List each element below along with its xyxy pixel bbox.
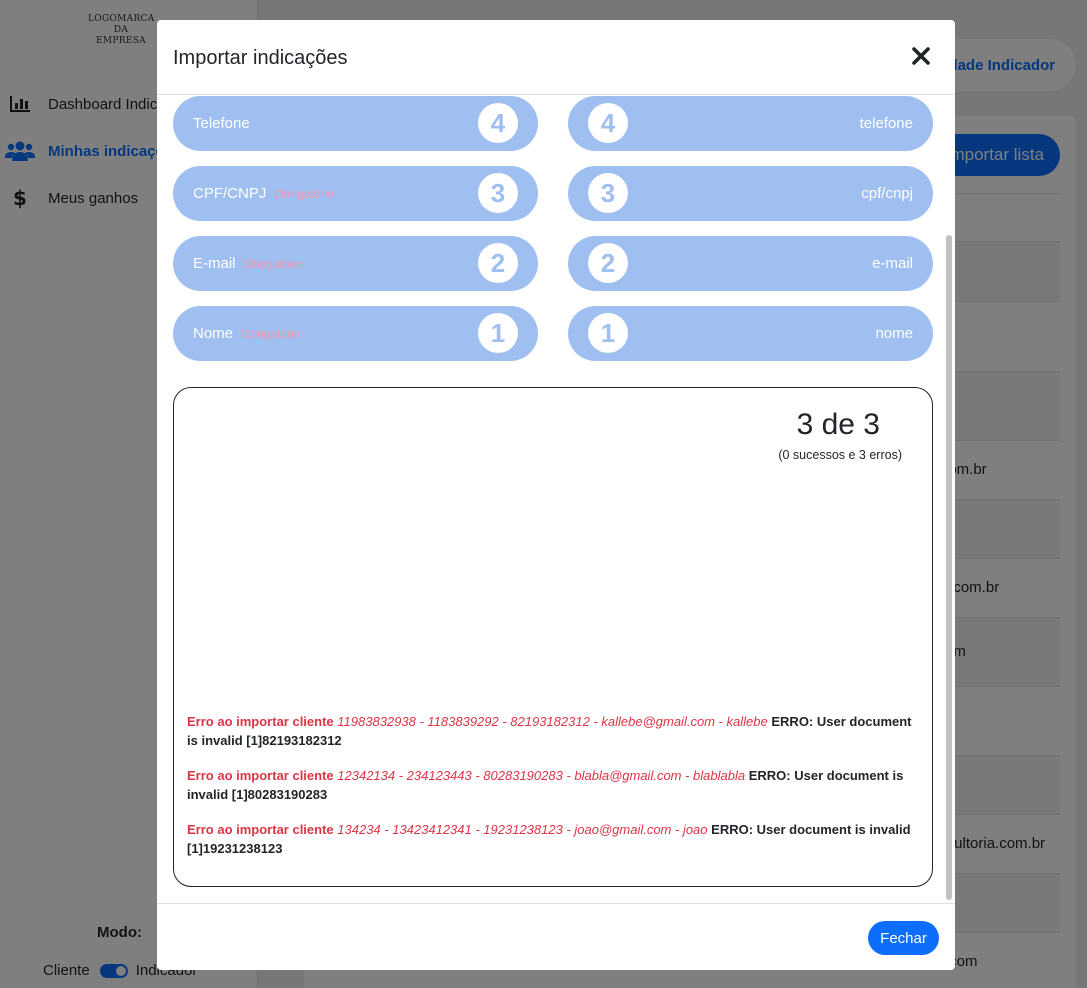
column-telefone[interactable]: 4 telefone [568, 96, 933, 151]
modal-header: Importar indicações [157, 20, 955, 95]
field-order-badge: 1 [478, 313, 518, 353]
field-telefone[interactable]: Telefone 4 [173, 96, 538, 151]
error-item: Erro ao importar cliente 12342134 - 2341… [187, 768, 904, 802]
modal-footer: Fechar [157, 903, 955, 970]
required-tag: Obrigatório [243, 257, 303, 271]
error-list: Erro ao importar cliente 11983832938 - 1… [187, 712, 919, 874]
column-name: telefone [859, 115, 913, 132]
column-name: cpf/cnpj [861, 185, 913, 202]
modal-scrollbar[interactable] [946, 235, 952, 900]
error-item: Erro ao importar cliente 134234 - 134234… [187, 822, 911, 856]
column-order-badge: 2 [588, 243, 628, 283]
column-order-badge: 3 [588, 173, 628, 213]
field-name: Nome [193, 325, 234, 342]
field-order-badge: 3 [478, 173, 518, 213]
error-item: Erro ao importar cliente 11983832938 - 1… [187, 714, 912, 748]
field-nome[interactable]: Nome Obrigatório 1 [173, 306, 538, 361]
column-order-badge: 4 [588, 103, 628, 143]
close-button[interactable]: Fechar [868, 921, 939, 955]
column-name: nome [875, 325, 913, 342]
field-name: Telefone [193, 115, 250, 132]
field-cpf-cnpj[interactable]: CPF/CNPJ Obrigatório 3 [173, 166, 538, 221]
field-name: CPF/CNPJ [193, 185, 267, 202]
field-name: E-mail [193, 255, 236, 272]
column-name: e-mail [872, 255, 913, 272]
column-cpf-cnpj[interactable]: 3 cpf/cnpj [568, 166, 933, 221]
import-result-box: 3 de 3 (0 sucessos e 3 erros) Erro ao im… [173, 387, 933, 887]
modal-title: Importar indicações [173, 47, 348, 69]
required-tag: Obrigatório [274, 187, 334, 201]
column-order-badge: 1 [588, 313, 628, 353]
column-email[interactable]: 2 e-mail [568, 236, 933, 291]
import-modal: Importar indicações Telefone 4 CPF/CNPJ O… [157, 20, 955, 970]
close-icon[interactable] [911, 45, 931, 67]
modal-body[interactable]: Telefone 4 CPF/CNPJ Obrigatório 3 E-mail O… [157, 96, 955, 903]
import-summary: (0 sucessos e 3 erros) [778, 448, 902, 462]
field-email[interactable]: E-mail Obrigatório 2 [173, 236, 538, 291]
field-order-badge: 2 [478, 243, 518, 283]
import-progress-count: 3 de 3 [796, 408, 880, 441]
required-tag: Obrigatório [241, 327, 301, 341]
field-order-badge: 4 [478, 103, 518, 143]
column-nome[interactable]: 1 nome [568, 306, 933, 361]
